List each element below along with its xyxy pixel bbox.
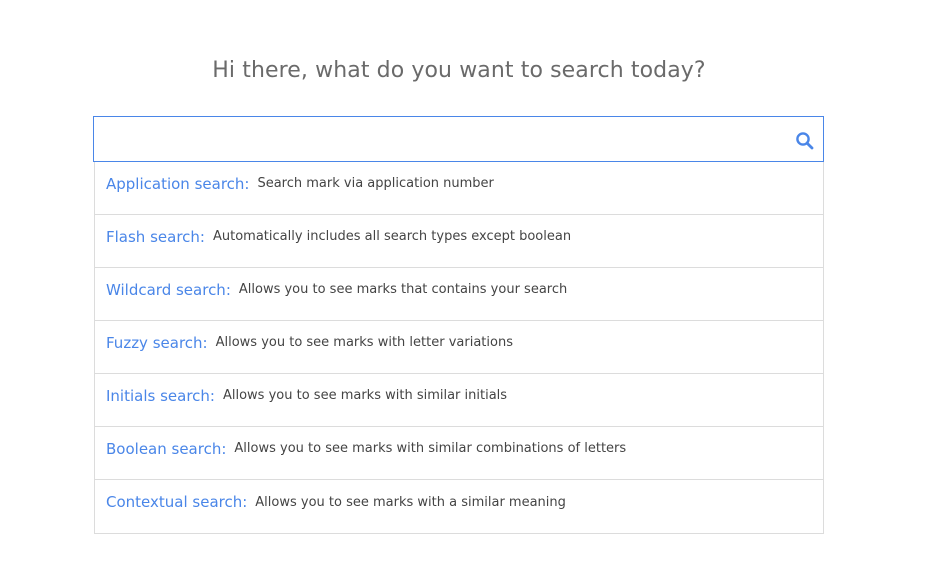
search-option-name: Contextual search: xyxy=(106,493,248,511)
search-option-description: Allows you to see marks that contains yo… xyxy=(238,282,568,297)
search-option-fuzzy[interactable]: Fuzzy search: Allows you to see marks wi… xyxy=(95,321,823,374)
search-box xyxy=(93,116,824,162)
search-option-description: Allows you to see marks with a similar m… xyxy=(255,494,566,510)
search-option-description: Allows you to see marks with similar com… xyxy=(234,441,627,456)
search-option-application[interactable]: Application search: Search mark via appl… xyxy=(95,162,823,215)
search-option-description: Search mark via application number xyxy=(257,176,494,191)
search-option-name: Fuzzy search: xyxy=(106,333,208,352)
search-option-description: Allows you to see marks with similar ini… xyxy=(222,388,508,403)
search-option-name: Flash search: xyxy=(106,227,205,246)
search-option-contextual[interactable]: Contextual search: Allows you to see mar… xyxy=(95,480,823,533)
search-option-initials[interactable]: Initials search: Allows you to see marks… xyxy=(95,374,823,427)
search-option-name: Boolean search: xyxy=(106,439,227,458)
search-option-name: Wildcard search: xyxy=(106,280,231,299)
search-option-flash[interactable]: Flash search: Automatically includes all… xyxy=(95,215,823,268)
search-option-wildcard[interactable]: Wildcard search: Allows you to see marks… xyxy=(95,268,823,321)
search-input[interactable] xyxy=(94,117,774,161)
search-type-list: Application search: Search mark via appl… xyxy=(94,162,824,534)
search-option-description: Allows you to see marks with letter vari… xyxy=(215,335,513,350)
search-option-name: Initials search: xyxy=(106,386,215,405)
search-option-description: Automatically includes all search types … xyxy=(212,229,572,244)
search-icon[interactable] xyxy=(795,131,815,151)
page-heading: Hi there, what do you want to search tod… xyxy=(212,58,706,83)
search-option-name: Application search: xyxy=(106,174,250,193)
search-option-boolean[interactable]: Boolean search: Allows you to see marks … xyxy=(95,427,823,480)
